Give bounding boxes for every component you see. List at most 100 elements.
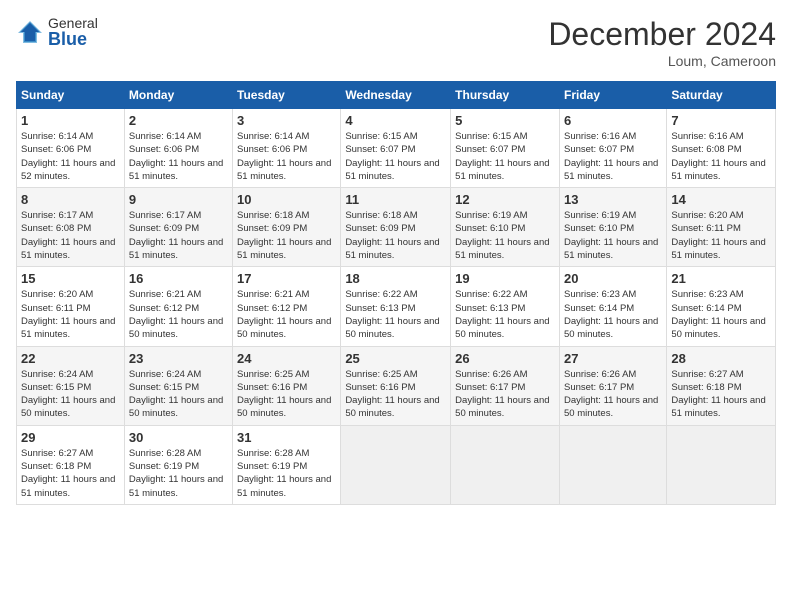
day-info: Sunrise: 6:16 AMSunset: 6:08 PMDaylight:… xyxy=(671,131,765,182)
calendar-week-row: 1 Sunrise: 6:14 AMSunset: 6:06 PMDaylight… xyxy=(17,109,776,188)
logo: General Blue xyxy=(16,16,98,48)
calendar-cell: 12 Sunrise: 6:19 AMSunset: 6:10 PMDayligh… xyxy=(451,188,560,267)
day-number: 5 xyxy=(455,113,555,128)
day-number: 31 xyxy=(237,430,336,445)
calendar-cell: 25Sunrise: 6:25 AMSunset: 6:16 PMDayligh… xyxy=(341,346,451,425)
day-info: Sunrise: 6:15 AMSunset: 6:07 PMDaylight:… xyxy=(345,131,439,182)
calendar-table: SundayMondayTuesdayWednesdayThursdayFrid… xyxy=(16,81,776,505)
calendar-cell: 10 Sunrise: 6:18 AMSunset: 6:09 PMDayligh… xyxy=(233,188,341,267)
calendar-cell: 23 Sunrise: 6:24 AMSunset: 6:15 PMDayligh… xyxy=(124,346,232,425)
calendar-cell: 29Sunrise: 6:27 AMSunset: 6:18 PMDayligh… xyxy=(17,425,125,504)
day-info: Sunrise: 6:18 AMSunset: 6:09 PMDaylight:… xyxy=(237,210,331,261)
day-number: 12 xyxy=(455,192,555,207)
day-number: 20 xyxy=(564,271,662,286)
calendar-cell: 22 Sunrise: 6:24 AMSunset: 6:15 PMDayligh… xyxy=(17,346,125,425)
column-header-thursday: Thursday xyxy=(451,82,560,109)
calendar-cell: 5 Sunrise: 6:15 AMSunset: 6:07 PMDaylight… xyxy=(451,109,560,188)
title-block: December 2024 Loum, Cameroon xyxy=(548,16,776,69)
day-info: Sunrise: 6:19 AMSunset: 6:10 PMDaylight:… xyxy=(455,210,549,261)
location: Loum, Cameroon xyxy=(548,53,776,69)
day-info: Sunrise: 6:24 AMSunset: 6:15 PMDaylight:… xyxy=(129,369,223,420)
calendar-cell: 28 Sunrise: 6:27 AMSunset: 6:18 PMDayligh… xyxy=(667,346,776,425)
calendar-cell xyxy=(559,425,666,504)
day-info: Sunrise: 6:14 AMSunset: 6:06 PMDaylight:… xyxy=(237,131,331,182)
day-info: Sunrise: 6:25 AMSunset: 6:16 PMDaylight:… xyxy=(237,369,331,420)
day-number: 1 xyxy=(21,113,120,128)
calendar-cell xyxy=(341,425,451,504)
calendar-cell: 16 Sunrise: 6:21 AMSunset: 6:12 PMDayligh… xyxy=(124,267,232,346)
month-title: December 2024 xyxy=(548,16,776,53)
calendar-cell: 20 Sunrise: 6:23 AMSunset: 6:14 PMDayligh… xyxy=(559,267,666,346)
day-number: 22 xyxy=(21,351,120,366)
day-info: Sunrise: 6:17 AMSunset: 6:09 PMDaylight:… xyxy=(129,210,223,261)
day-number: 16 xyxy=(129,271,228,286)
day-number: 2 xyxy=(129,113,228,128)
calendar-cell xyxy=(667,425,776,504)
day-info: Sunrise: 6:27 AMSunset: 6:18 PMDaylight:… xyxy=(21,448,115,499)
day-info: Sunrise: 6:20 AMSunset: 6:11 PMDaylight:… xyxy=(21,289,115,340)
day-number: 26 xyxy=(455,351,555,366)
day-number: 6 xyxy=(564,113,662,128)
day-number: 10 xyxy=(237,192,336,207)
day-number: 30 xyxy=(129,430,228,445)
calendar-cell xyxy=(451,425,560,504)
logo-blue-text: Blue xyxy=(48,30,98,48)
day-info: Sunrise: 6:15 AMSunset: 6:07 PMDaylight:… xyxy=(455,131,549,182)
calendar-cell: 30 Sunrise: 6:28 AMSunset: 6:19 PMDayligh… xyxy=(124,425,232,504)
day-number: 9 xyxy=(129,192,228,207)
day-number: 27 xyxy=(564,351,662,366)
day-number: 3 xyxy=(237,113,336,128)
day-number: 23 xyxy=(129,351,228,366)
day-info: Sunrise: 6:28 AMSunset: 6:19 PMDaylight:… xyxy=(237,448,331,499)
day-info: Sunrise: 6:14 AMSunset: 6:06 PMDaylight:… xyxy=(21,131,115,182)
column-header-sunday: Sunday xyxy=(17,82,125,109)
calendar-cell: 8 Sunrise: 6:17 AMSunset: 6:08 PMDaylight… xyxy=(17,188,125,267)
column-header-monday: Monday xyxy=(124,82,232,109)
day-info: Sunrise: 6:21 AMSunset: 6:12 PMDaylight:… xyxy=(129,289,223,340)
calendar-cell: 4 Sunrise: 6:15 AMSunset: 6:07 PMDaylight… xyxy=(341,109,451,188)
calendar-cell: 31 Sunrise: 6:28 AMSunset: 6:19 PMDayligh… xyxy=(233,425,341,504)
day-info: Sunrise: 6:25 AMSunset: 6:16 PMDaylight:… xyxy=(345,369,439,420)
day-info: Sunrise: 6:28 AMSunset: 6:19 PMDaylight:… xyxy=(129,448,223,499)
calendar-cell: 6Sunrise: 6:16 AMSunset: 6:07 PMDaylight… xyxy=(559,109,666,188)
calendar-week-row: 8 Sunrise: 6:17 AMSunset: 6:08 PMDaylight… xyxy=(17,188,776,267)
day-number: 17 xyxy=(237,271,336,286)
day-number: 18 xyxy=(345,271,446,286)
calendar-cell: 27Sunrise: 6:26 AMSunset: 6:17 PMDayligh… xyxy=(559,346,666,425)
calendar-cell: 26Sunrise: 6:26 AMSunset: 6:17 PMDayligh… xyxy=(451,346,560,425)
day-info: Sunrise: 6:14 AMSunset: 6:06 PMDaylight:… xyxy=(129,131,223,182)
column-header-friday: Friday xyxy=(559,82,666,109)
day-info: Sunrise: 6:27 AMSunset: 6:18 PMDaylight:… xyxy=(671,369,765,420)
calendar-cell: 17 Sunrise: 6:21 AMSunset: 6:12 PMDayligh… xyxy=(233,267,341,346)
day-number: 7 xyxy=(671,113,771,128)
day-number: 14 xyxy=(671,192,771,207)
day-info: Sunrise: 6:22 AMSunset: 6:13 PMDaylight:… xyxy=(345,289,439,340)
column-header-tuesday: Tuesday xyxy=(233,82,341,109)
day-number: 4 xyxy=(345,113,446,128)
calendar-cell: 18 Sunrise: 6:22 AMSunset: 6:13 PMDayligh… xyxy=(341,267,451,346)
day-info: Sunrise: 6:17 AMSunset: 6:08 PMDaylight:… xyxy=(21,210,115,261)
day-number: 28 xyxy=(671,351,771,366)
day-info: Sunrise: 6:24 AMSunset: 6:15 PMDaylight:… xyxy=(21,369,115,420)
calendar-cell: 24 Sunrise: 6:25 AMSunset: 6:16 PMDayligh… xyxy=(233,346,341,425)
day-number: 13 xyxy=(564,192,662,207)
calendar-cell: 21Sunrise: 6:23 AMSunset: 6:14 PMDayligh… xyxy=(667,267,776,346)
calendar-week-row: 22 Sunrise: 6:24 AMSunset: 6:15 PMDayligh… xyxy=(17,346,776,425)
day-info: Sunrise: 6:20 AMSunset: 6:11 PMDaylight:… xyxy=(671,210,765,261)
day-info: Sunrise: 6:21 AMSunset: 6:12 PMDaylight:… xyxy=(237,289,331,340)
day-number: 15 xyxy=(21,271,120,286)
calendar-cell: 2 Sunrise: 6:14 AMSunset: 6:06 PMDaylight… xyxy=(124,109,232,188)
calendar-week-row: 15 Sunrise: 6:20 AMSunset: 6:11 PMDayligh… xyxy=(17,267,776,346)
day-number: 24 xyxy=(237,351,336,366)
day-info: Sunrise: 6:23 AMSunset: 6:14 PMDaylight:… xyxy=(564,289,658,340)
day-number: 11 xyxy=(345,192,446,207)
calendar-cell: 7 Sunrise: 6:16 AMSunset: 6:08 PMDaylight… xyxy=(667,109,776,188)
calendar-cell: 15 Sunrise: 6:20 AMSunset: 6:11 PMDayligh… xyxy=(17,267,125,346)
calendar-cell: 13Sunrise: 6:19 AMSunset: 6:10 PMDayligh… xyxy=(559,188,666,267)
calendar-week-row: 29Sunrise: 6:27 AMSunset: 6:18 PMDayligh… xyxy=(17,425,776,504)
day-info: Sunrise: 6:18 AMSunset: 6:09 PMDaylight:… xyxy=(345,210,439,261)
calendar-cell: 11 Sunrise: 6:18 AMSunset: 6:09 PMDayligh… xyxy=(341,188,451,267)
day-number: 8 xyxy=(21,192,120,207)
page-header: General Blue December 2024 Loum, Cameroo… xyxy=(16,16,776,69)
calendar-cell: 19Sunrise: 6:22 AMSunset: 6:13 PMDayligh… xyxy=(451,267,560,346)
